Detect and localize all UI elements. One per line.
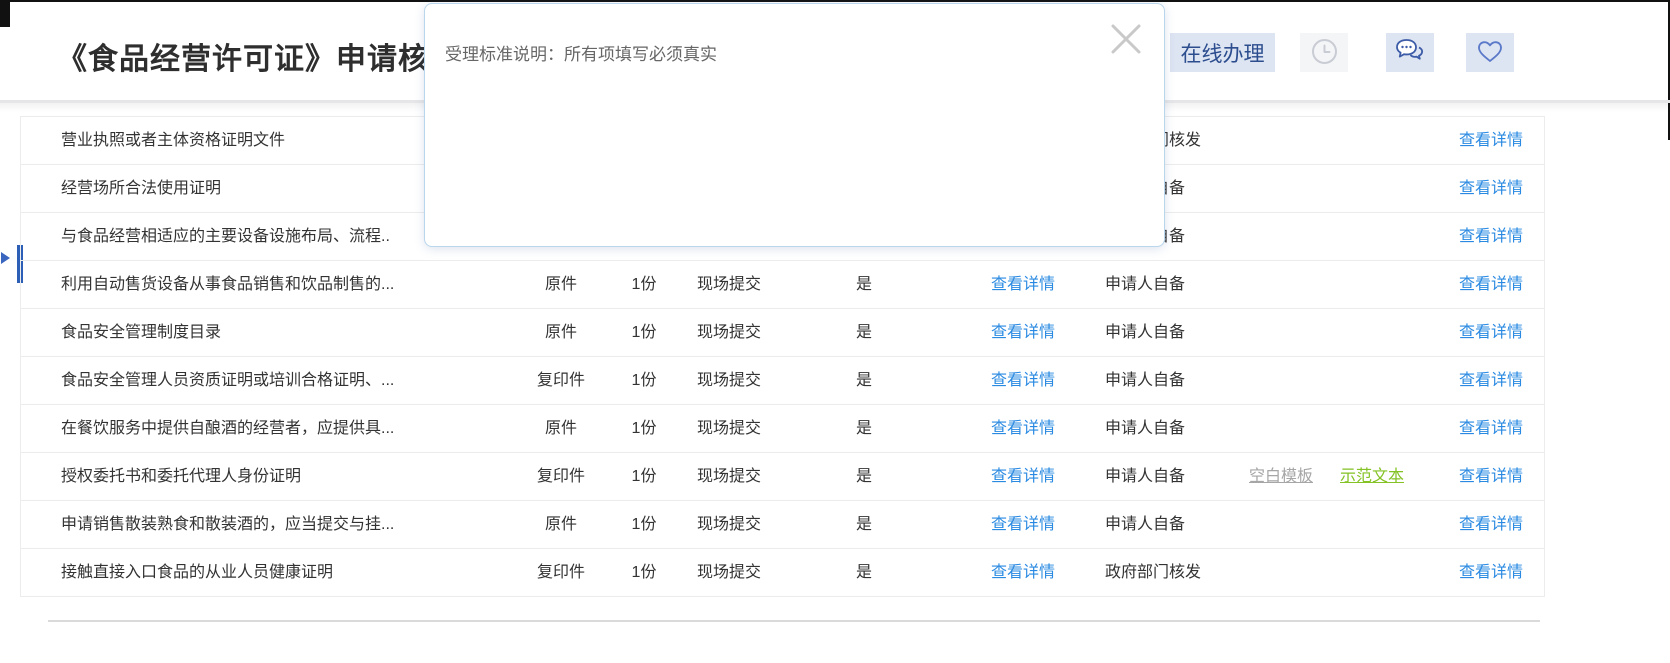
view-detail-link[interactable]: 查看详情 [1454,501,1528,548]
doc-copies: 1份 [611,405,677,452]
view-detail-link[interactable]: 查看详情 [1454,261,1528,308]
close-icon [1108,45,1144,60]
view-detail-link[interactable]: 查看详情 [1454,165,1528,212]
blank-template-link[interactable] [1241,213,1321,260]
page-title: 《食品经营许可证》申请核发 [57,34,460,78]
blank-template-link[interactable]: 空白模板 [1241,453,1321,500]
doc-name: 在餐饮服务中提供自酿酒的经营者，应提供具... [61,405,481,452]
view-detail-link[interactable]: 查看详情 [981,309,1065,356]
clock-icon [1311,38,1338,68]
sample-text-link[interactable] [1334,261,1410,308]
view-detail-link[interactable]: 查看详情 [1454,213,1528,260]
doc-required: 是 [831,453,897,500]
left-pointer-arrow-icon [1,252,10,264]
blank-template-link[interactable] [1241,261,1321,308]
sample-text-link[interactable] [1334,117,1410,164]
doc-form: 原件 [521,261,601,308]
doc-form: 原件 [521,405,601,452]
view-detail-link[interactable]: 查看详情 [1454,357,1528,404]
doc-name: 授权委托书和委托代理人身份证明 [61,453,481,500]
sample-text-link[interactable] [1334,357,1410,404]
blank-template-link[interactable] [1241,357,1321,404]
view-detail-link[interactable]: 查看详情 [981,405,1065,452]
view-detail-link[interactable]: 查看详情 [1454,117,1528,164]
chat-bubbles-icon [1395,38,1425,67]
doc-copies: 1份 [611,501,677,548]
table-row: 食品安全管理人员资质证明或培训合格证明、... 复印件 1份 现场提交 是 查看… [21,357,1544,405]
doc-submit-method: 现场提交 [675,261,783,308]
doc-submit-method: 现场提交 [675,309,783,356]
view-detail-link[interactable]: 查看详情 [1454,309,1528,356]
doc-required: 是 [831,405,897,452]
doc-submit-method: 现场提交 [675,357,783,404]
doc-copies: 1份 [611,309,677,356]
view-detail-link[interactable]: 查看详情 [1454,549,1528,596]
sample-text-link[interactable]: 示范文本 [1334,453,1410,500]
acceptance-standard-popup: 受理标准说明：所有项填写必须真实 [424,3,1165,247]
view-detail-link[interactable]: 查看详情 [1454,405,1528,452]
sample-text-link[interactable] [1334,549,1410,596]
doc-submit-method: 现场提交 [675,453,783,500]
view-detail-link[interactable]: 查看详情 [981,261,1065,308]
doc-required: 是 [831,261,897,308]
view-detail-link[interactable]: 查看详情 [981,549,1065,596]
online-apply-button[interactable]: 在线办理 [1170,33,1275,72]
doc-form: 复印件 [521,549,601,596]
doc-copies: 1份 [611,549,677,596]
doc-name: 食品安全管理制度目录 [61,309,481,356]
doc-name: 申请销售散装熟食和散装酒的，应当提交与挂... [61,501,481,548]
blank-template-link[interactable] [1241,165,1321,212]
doc-form: 原件 [521,501,601,548]
doc-name: 利用自动售货设备从事食品销售和饮品制售的... [61,261,481,308]
doc-required: 是 [831,501,897,548]
doc-submit-method: 现场提交 [675,501,783,548]
blank-template-link[interactable] [1241,309,1321,356]
history-button[interactable] [1300,33,1348,72]
table-row: 申请销售散装熟食和散装酒的，应当提交与挂... 原件 1份 现场提交 是 查看详… [21,501,1544,549]
doc-form: 原件 [521,309,601,356]
doc-name: 经营场所合法使用证明 [61,165,481,212]
doc-name: 营业执照或者主体资格证明文件 [61,117,481,164]
doc-name: 接触直接入口食品的从业人员健康证明 [61,549,481,596]
sample-text-link[interactable] [1334,213,1410,260]
doc-required: 是 [831,309,897,356]
table-row: 食品安全管理制度目录 原件 1份 现场提交 是 查看详情 申请人自备 查看详情 [21,309,1544,357]
doc-copies: 1份 [611,261,677,308]
table-row: 在餐饮服务中提供自酿酒的经营者，应提供具... 原件 1份 现场提交 是 查看详… [21,405,1544,453]
doc-required: 是 [831,357,897,404]
doc-form: 复印件 [521,357,601,404]
heart-icon [1476,39,1504,67]
doc-form: 复印件 [521,453,601,500]
screen: 《食品经营许可证》申请核发 在线办理 [0,0,1670,663]
sample-text-link[interactable] [1334,405,1410,452]
blank-template-link[interactable] [1241,117,1321,164]
doc-copies: 1份 [611,357,677,404]
sample-text-link[interactable] [1334,165,1410,212]
close-button[interactable] [1108,21,1144,57]
favorite-button[interactable] [1466,33,1514,72]
popup-text: 受理标准说明：所有项填写必须真实 [445,40,717,65]
consult-button[interactable] [1386,33,1434,72]
window-edge-corner [0,0,10,27]
window-edge-top [0,0,1670,2]
sample-text-link[interactable] [1334,501,1410,548]
table-row: 授权委托书和委托代理人身份证明 复印件 1份 现场提交 是 查看详情 申请人自备… [21,453,1544,501]
doc-required: 是 [831,549,897,596]
table-row: 接触直接入口食品的从业人员健康证明 复印件 1份 现场提交 是 查看详情 政府部… [21,549,1544,597]
doc-copies: 1份 [611,453,677,500]
view-detail-link[interactable]: 查看详情 [981,501,1065,548]
doc-name: 与食品经营相适应的主要设备设施布局、流程.. [61,213,481,260]
table-row: 利用自动售货设备从事食品销售和饮品制售的... 原件 1份 现场提交 是 查看详… [21,261,1544,309]
sample-text-link[interactable] [1334,309,1410,356]
blank-template-link[interactable] [1241,549,1321,596]
doc-name: 食品安全管理人员资质证明或培训合格证明、... [61,357,481,404]
bottom-divider [48,620,1540,622]
view-detail-link[interactable]: 查看详情 [981,453,1065,500]
blank-template-link[interactable] [1241,501,1321,548]
blank-template-link[interactable] [1241,405,1321,452]
view-detail-link[interactable]: 查看详情 [981,357,1065,404]
doc-submit-method: 现场提交 [675,549,783,596]
view-detail-link[interactable]: 查看详情 [1454,453,1528,500]
doc-submit-method: 现场提交 [675,405,783,452]
